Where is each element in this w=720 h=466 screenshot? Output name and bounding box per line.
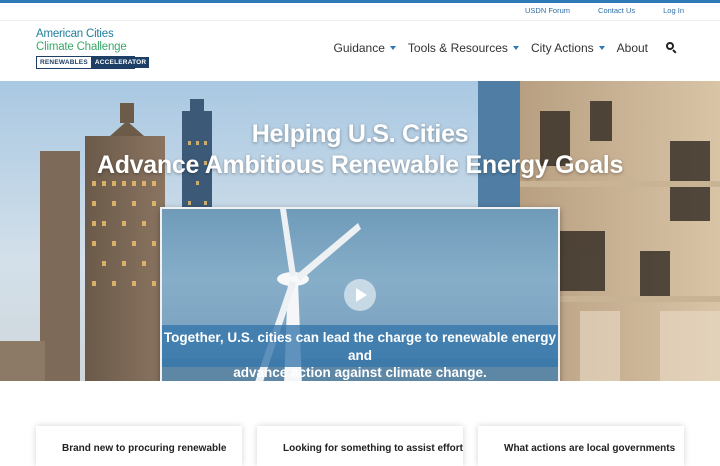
intro-video-player[interactable]: Together, U.S. cities can lead the charg… bbox=[160, 207, 560, 381]
utility-nav: USDN Forum Contact Us Log In bbox=[497, 6, 684, 15]
nav-city-actions[interactable]: City Actions bbox=[531, 41, 605, 55]
nav-tools-label: Tools & Resources bbox=[407, 41, 508, 55]
contact-us-link[interactable]: Contact Us bbox=[598, 6, 635, 15]
nav-tools-resources[interactable]: Tools & Resources bbox=[408, 41, 519, 55]
logo-line-1: American Cities bbox=[36, 28, 114, 40]
caret-down-icon bbox=[389, 46, 396, 50]
feature-cards: Brand new to procuring renewable Looking… bbox=[0, 426, 720, 466]
nav-guidance[interactable]: Guidance bbox=[334, 41, 396, 55]
nav-guidance-label: Guidance bbox=[333, 41, 385, 55]
nav-about[interactable]: About bbox=[617, 41, 648, 55]
hero-title: Helping U.S. Cities Advance Ambitious Re… bbox=[0, 119, 720, 181]
card-local-government-actions[interactable]: What actions are local governments bbox=[478, 426, 684, 466]
logo-badge-renewables: RENEWABLES bbox=[37, 57, 91, 68]
logo-line-2: Climate Challenge bbox=[36, 41, 127, 53]
nav-about-label: About bbox=[616, 41, 648, 55]
main-nav: Guidance Tools & Resources City Actions … bbox=[322, 41, 678, 55]
usdn-forum-link[interactable]: USDN Forum bbox=[525, 6, 570, 15]
nav-city-actions-label: City Actions bbox=[530, 41, 594, 55]
video-caption-line-1: Together, U.S. cities can lead the charg… bbox=[163, 330, 557, 363]
video-caption-line-2: advance action against climate change. bbox=[233, 365, 487, 380]
play-icon[interactable] bbox=[344, 279, 376, 311]
logo-badge: RENEWABLES ACCELERATOR bbox=[36, 56, 150, 69]
log-in-link[interactable]: Log In bbox=[663, 6, 684, 15]
site-header: American Cities Climate Challenge RENEWA… bbox=[0, 20, 720, 80]
caret-down-icon bbox=[598, 46, 605, 50]
caret-down-icon bbox=[512, 46, 519, 50]
top-accent-bar bbox=[0, 0, 720, 3]
hero-banner: Helping U.S. Cities Advance Ambitious Re… bbox=[0, 81, 720, 381]
card-assist-efforts[interactable]: Looking for something to assist efforts bbox=[257, 426, 463, 466]
logo-badge-accelerator: ACCELERATOR bbox=[90, 57, 150, 68]
site-logo[interactable]: American Cities Climate Challenge RENEWA… bbox=[36, 28, 150, 69]
video-caption: Together, U.S. cities can lead the charg… bbox=[162, 325, 558, 380]
search-icon[interactable] bbox=[666, 42, 678, 54]
hero-title-line-1: Helping U.S. Cities bbox=[251, 120, 469, 148]
card-new-to-procuring[interactable]: Brand new to procuring renewable bbox=[36, 426, 242, 466]
hero-title-line-2: Advance Ambitious Renewable Energy Goals bbox=[96, 151, 624, 179]
